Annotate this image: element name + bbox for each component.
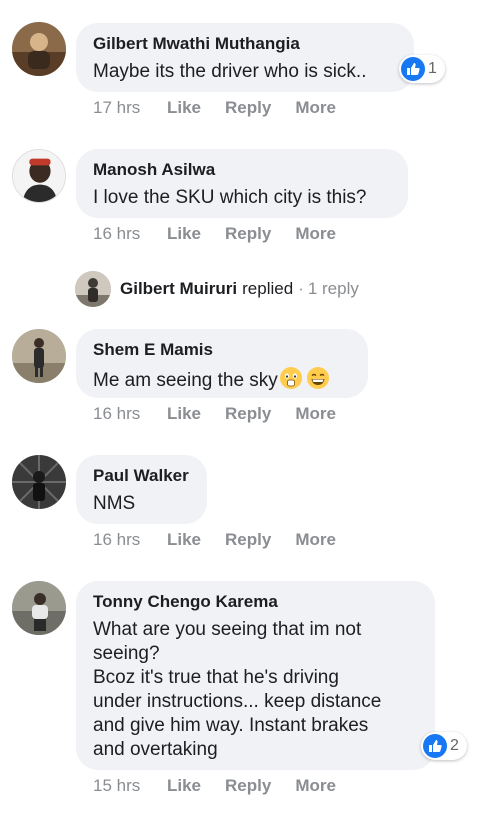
comment-text: What are you seeing that im not seeing? …: [93, 619, 382, 760]
comment-text-content: Me am seeing the sky: [93, 370, 278, 391]
comment-bubble: Paul Walker NMS: [76, 455, 207, 524]
timestamp[interactable]: 16 hrs: [93, 404, 167, 424]
reply-author: Gilbert Muiruri: [120, 279, 238, 298]
reaction-badge[interactable]: 1: [399, 55, 445, 83]
reaction-count: 1: [428, 60, 437, 77]
like-button[interactable]: Like: [167, 776, 201, 796]
reply-count: 1 reply: [307, 279, 359, 298]
avatar[interactable]: [12, 581, 66, 635]
like-reaction-icon: [401, 57, 425, 81]
separator: ·: [298, 279, 304, 298]
more-button[interactable]: More: [295, 776, 336, 796]
like-button[interactable]: Like: [167, 98, 201, 118]
reaction-badge[interactable]: 2: [421, 732, 467, 760]
comment-text: I love the SKU which city is this?: [93, 187, 367, 208]
comment-bubble: Gilbert Mwathi Muthangia Maybe its the d…: [76, 23, 414, 92]
timestamp[interactable]: 17 hrs: [93, 98, 167, 118]
avatar[interactable]: [12, 329, 66, 383]
more-button[interactable]: More: [295, 404, 336, 424]
comment-text: Maybe its the driver who is sick..: [93, 61, 367, 82]
profile-photo-icon: [75, 271, 111, 307]
like-reaction-icon: [423, 734, 447, 758]
avatar[interactable]: [12, 455, 66, 509]
reply-verb: replied: [242, 279, 294, 298]
profile-photo-icon: [13, 150, 65, 202]
comment-text: Me am seeing the sky: [93, 366, 350, 393]
comment-bubble: Shem E Mamis Me am seeing the sky: [76, 329, 368, 398]
more-button[interactable]: More: [295, 224, 336, 244]
reply-button[interactable]: Reply: [225, 776, 271, 796]
avatar[interactable]: [12, 149, 66, 203]
comment-actions: 17 hrs Like Reply More: [93, 98, 360, 118]
comment-author[interactable]: Shem E Mamis: [93, 340, 350, 360]
more-button[interactable]: More: [295, 98, 336, 118]
comment-actions: 16 hrs Like Reply More: [93, 530, 360, 550]
comment-author[interactable]: Tonny Chengo Karema: [93, 592, 417, 612]
timestamp[interactable]: 16 hrs: [93, 224, 167, 244]
comment-bubble: Tonny Chengo Karema What are you seeing …: [76, 581, 435, 770]
astonished-face-emoji-icon: [279, 367, 302, 389]
reply-button[interactable]: Reply: [225, 530, 271, 550]
view-replies-link[interactable]: Gilbert Muiruri replied · 1 reply: [75, 270, 359, 308]
reply-button[interactable]: Reply: [225, 98, 271, 118]
timestamp[interactable]: 16 hrs: [93, 530, 167, 550]
avatar: [75, 271, 111, 307]
like-button[interactable]: Like: [167, 224, 201, 244]
more-button[interactable]: More: [295, 530, 336, 550]
profile-photo-icon: [12, 22, 66, 76]
grinning-face-emoji-icon: [306, 367, 329, 389]
comment-actions: 15 hrs Like Reply More: [93, 776, 360, 796]
profile-photo-icon: [12, 455, 66, 509]
comment-actions: 16 hrs Like Reply More: [93, 404, 360, 424]
comment-bubble: Manosh Asilwa I love the SKU which city …: [76, 149, 408, 218]
comment-author[interactable]: Paul Walker: [93, 466, 189, 486]
reply-button[interactable]: Reply: [225, 404, 271, 424]
like-button[interactable]: Like: [167, 404, 201, 424]
profile-photo-icon: [12, 329, 66, 383]
avatar[interactable]: [12, 22, 66, 76]
reaction-count: 2: [450, 737, 459, 754]
comment-text: NMS: [93, 493, 136, 514]
timestamp[interactable]: 15 hrs: [93, 776, 167, 796]
comment-actions: 16 hrs Like Reply More: [93, 224, 360, 244]
comment-author[interactable]: Gilbert Mwathi Muthangia: [93, 34, 396, 54]
reply-button[interactable]: Reply: [225, 224, 271, 244]
profile-photo-icon: [12, 581, 66, 635]
like-button[interactable]: Like: [167, 530, 201, 550]
comment-author[interactable]: Manosh Asilwa: [93, 160, 390, 180]
